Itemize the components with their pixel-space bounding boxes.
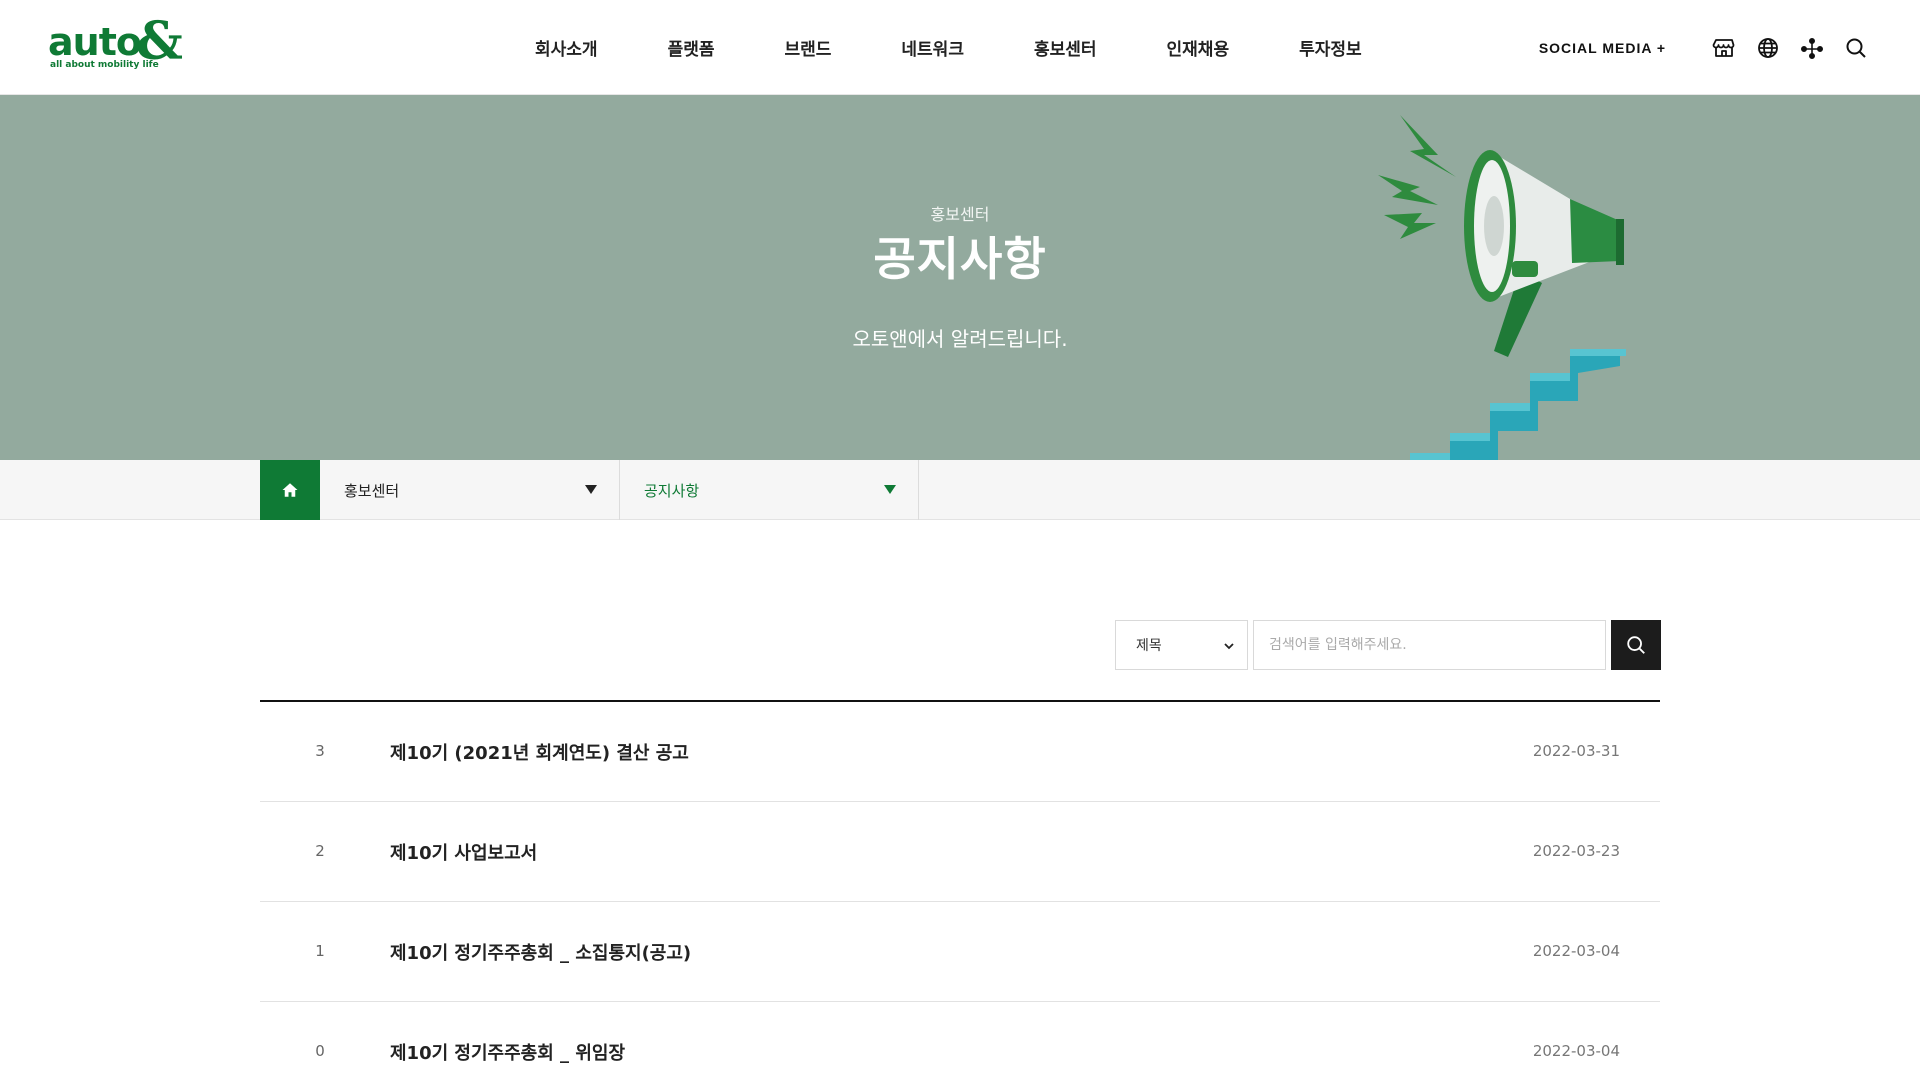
notice-number: 2 [315,842,325,860]
search-input[interactable] [1253,620,1606,670]
social-media-button[interactable]: SOCIAL MEDIA + [1539,40,1666,56]
notice-list: 3 제10기 (2021년 회계연도) 결산 공고 2022-03-31 2 제… [260,700,1660,1080]
search-icon[interactable] [1844,36,1868,60]
site-header: auto & all about mobility life 회사소개 플랫폼 … [0,0,1920,95]
notice-title[interactable]: 제10기 (2021년 회계연도) 결산 공고 [390,739,689,765]
notice-date: 2022-03-04 [1532,942,1620,960]
megaphone-illustration [1378,115,1626,460]
caret-down-icon [585,485,597,494]
search-field-select[interactable]: 제목 [1115,620,1248,670]
store-icon[interactable] [1712,36,1736,60]
search-field-label: 제목 [1136,638,1162,654]
notice-number: 1 [315,942,325,960]
main-nav: 회사소개 플랫폼 브랜드 네트워크 홍보센터 인재채용 투자정보 [535,0,1362,95]
page-dropdown[interactable]: 공지사항 [620,460,919,520]
notice-title[interactable]: 제10기 사업보고서 [390,839,537,865]
list-item[interactable]: 1 제10기 정기주주총회 _ 소집통지(공고) 2022-03-04 [260,902,1660,1002]
autoand-logo[interactable]: auto & all about mobility life [48,16,188,76]
logo-word: auto [48,20,142,64]
notice-number: 3 [315,742,325,760]
board-search: 제목 [1115,620,1661,670]
nav-item-brand[interactable]: 브랜드 [784,35,831,60]
caret-down-icon [884,485,896,494]
nav-item-pr-center[interactable]: 홍보센터 [1034,35,1097,60]
notice-date: 2022-03-23 [1532,842,1620,860]
stairs-graphic [1410,349,1626,460]
notice-date: 2022-03-04 [1532,1042,1620,1060]
page-dropdown-label: 공지사항 [644,481,700,500]
section-dropdown[interactable]: 홍보센터 [320,460,620,520]
globe-icon[interactable] [1756,36,1780,60]
lightning-bolts [1378,115,1456,239]
notice-number: 0 [315,1042,325,1060]
list-item[interactable]: 2 제10기 사업보고서 2022-03-23 [260,802,1660,902]
notice-date: 2022-03-31 [1532,742,1620,760]
home-icon [282,483,298,497]
home-button[interactable] [260,460,320,520]
location-bar: 홍보센터 공지사항 [0,460,1920,520]
notice-title[interactable]: 제10기 정기주주총회 _ 위임장 [390,1039,625,1065]
list-item[interactable]: 3 제10기 (2021년 회계연도) 결산 공고 2022-03-31 [260,702,1660,802]
nav-item-platform[interactable]: 플랫폼 [668,35,715,60]
section-dropdown-label: 홍보센터 [344,481,400,500]
notice-title[interactable]: 제10기 정기주주총회 _ 소집통지(공고) [390,939,691,965]
utility-menu: SOCIAL MEDIA + [1539,0,1868,95]
logo-tagline: all about mobility life [50,60,159,70]
search-button[interactable] [1611,620,1661,670]
chevron-down-icon [1224,643,1234,650]
nav-item-network[interactable]: 네트워크 [901,35,964,60]
hero-banner: 홍보센터 공지사항 오토앤에서 알려드립니다. [0,95,1920,460]
nav-item-investor[interactable]: 투자정보 [1299,35,1362,60]
share-icon[interactable] [1800,36,1824,60]
search-icon [1627,636,1645,654]
list-item[interactable]: 0 제10기 정기주주총회 _ 위임장 2022-03-04 [260,1002,1660,1080]
nav-item-careers[interactable]: 인재채용 [1167,35,1230,60]
megaphone-graphic [1464,150,1624,357]
nav-item-company[interactable]: 회사소개 [535,35,598,60]
